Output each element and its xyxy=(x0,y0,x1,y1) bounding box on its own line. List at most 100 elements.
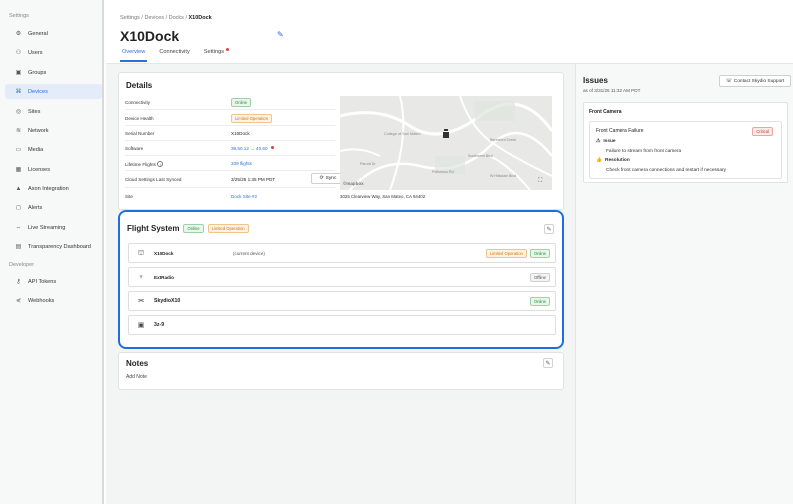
sidebar-item-api-tokens[interactable]: ⚷ API Tokens xyxy=(5,274,102,289)
map-label: Southwest Blvd xyxy=(468,154,493,158)
sidebar-item-sites[interactable]: ◎ Sites xyxy=(5,104,102,119)
sidebar-item-label: Sites xyxy=(28,108,41,115)
detail-label: Connectivity xyxy=(125,100,151,105)
breadcrumb-settings[interactable]: Settings xyxy=(120,15,140,21)
sidebar-item-alerts[interactable]: ◻ Alerts xyxy=(5,200,102,215)
detail-label: Cloud Settings Last Synced xyxy=(125,177,182,182)
devices-icon: ⌘ xyxy=(15,89,22,95)
issue-item[interactable]: Front Camera Failure Critical ⚠ Issue Fai… xyxy=(589,121,782,179)
sidebar-section-settings: Settings xyxy=(9,13,29,19)
flight-system-header: Flight System Online Limited Operation xyxy=(127,224,249,233)
tab-settings[interactable]: Settings xyxy=(202,48,229,63)
sidebar-item-label: Axon Integration xyxy=(28,185,69,192)
sidebar-item-label: General xyxy=(28,30,48,37)
contact-support-button[interactable]: ☏ Contact Skydio Support xyxy=(719,75,791,87)
sidebar-item-label: Devices xyxy=(28,88,48,95)
flight-system-title: Flight System xyxy=(127,224,180,233)
phone-icon: ☏ xyxy=(725,78,732,84)
live-stream-icon: ⇔ xyxy=(15,224,22,231)
map-label: Beresford Creek xyxy=(490,138,517,142)
sync-icon: ⟳ xyxy=(319,176,324,181)
sidebar-item-transparency-dashboard[interactable]: ▤ Transparency Dashboard xyxy=(5,239,102,254)
status-badge: Offline xyxy=(529,272,550,282)
breadcrumb-separator: / xyxy=(165,15,168,21)
issues-timestamp: as of 3/31/25 11:32 AM PDT xyxy=(583,88,641,93)
add-note-link[interactable]: Add Note xyxy=(126,374,147,380)
flight-device-row-3z9[interactable]: ▣ 3z-9 xyxy=(128,315,556,335)
sidebar-item-label: Groups xyxy=(28,69,47,76)
software-version-link[interactable]: 39.50.12 → 40.60 xyxy=(231,146,268,151)
sidebar-item-axon-integration[interactable]: ▲ Axon Integration xyxy=(5,181,102,196)
media-icon: ▭ xyxy=(15,147,22,153)
device-name: ExtRadio xyxy=(154,274,174,280)
site-link[interactable]: Dock Site #2 xyxy=(231,194,257,199)
status-badge: Online xyxy=(183,224,204,233)
alert-icon: ◻ xyxy=(16,205,21,211)
tab-overview[interactable]: Overview xyxy=(120,49,148,63)
map-label: Parrott Dr xyxy=(360,162,376,166)
sync-label: Sync xyxy=(325,176,337,181)
flight-device-row-extradio[interactable]: ♆ ExtRadio Offline xyxy=(128,267,556,287)
edit-icon[interactable]: ✎ xyxy=(277,30,286,39)
sidebar-item-webhooks[interactable]: ⋞ Webhooks xyxy=(5,293,102,308)
sidebar-section-developer: Developer xyxy=(9,262,35,268)
detail-row-lifetime-flights: Lifetime Flights i 339 flights xyxy=(125,157,335,171)
breadcrumb-docks[interactable]: Docks xyxy=(169,15,184,21)
detail-value: X10Dock xyxy=(231,131,250,136)
mapbox-logo: ©mapbox xyxy=(343,181,364,186)
sidebar-item-live-streaming[interactable]: ⇔ Live Streaming xyxy=(5,220,102,235)
tab-connectivity[interactable]: Connectivity xyxy=(157,49,191,63)
thumbs-up-icon: 👍 xyxy=(596,158,602,163)
breadcrumb-separator: / xyxy=(141,15,143,21)
warning-icon: ⚠ xyxy=(596,139,601,144)
sidebar-item-network[interactable]: ≋ Network xyxy=(5,123,102,138)
breadcrumb-separator: / xyxy=(185,15,187,21)
detail-value: 3/25/25 1:35 PM PDT xyxy=(231,177,276,182)
issue-heading-row: ⚠ Issue xyxy=(596,139,616,144)
status-badge: Online xyxy=(529,296,550,306)
map-address: 3025 Clearview Way, San Mateo, CA 94402 xyxy=(340,194,426,199)
details-title: Details xyxy=(126,81,153,90)
sidebar-item-label: Network xyxy=(28,127,49,134)
lifetime-flights-link[interactable]: 339 flights xyxy=(231,161,252,166)
flight-device-row-x10dock[interactable]: ⛫ X10Dock (current device) Limited Opera… xyxy=(128,243,556,263)
fullscreen-icon[interactable]: ⛶ xyxy=(538,178,542,185)
status-badge: Online xyxy=(529,248,550,258)
sidebar-item-label: Media xyxy=(28,146,44,153)
tab-bar: Overview Connectivity Settings xyxy=(120,48,229,63)
gear-icon: ⚙ xyxy=(15,31,22,37)
map-graphic xyxy=(340,96,552,190)
sidebar-item-media[interactable]: ▭ Media xyxy=(5,142,102,157)
sidebar-item-general[interactable]: ⚙ General xyxy=(5,26,102,41)
dock-icon: ⛫ xyxy=(137,249,145,257)
issue-section-card: Front Camera Front Camera Failure Critic… xyxy=(583,102,788,183)
severity-badge: Critical xyxy=(752,127,773,136)
edit-icon[interactable]: ✎ xyxy=(544,224,554,234)
sidebar-item-groups[interactable]: ▣ Groups xyxy=(5,65,102,80)
detail-label: Device Health xyxy=(125,116,154,121)
site-map[interactable]: College of San Mateo Beresford Creek Sou… xyxy=(340,96,552,190)
sidebar-item-devices[interactable]: ⌘ Devices xyxy=(5,84,102,99)
device-note: (current device) xyxy=(233,250,265,256)
status-badge: Limited Operation xyxy=(485,248,527,258)
flight-device-row-skydiox10[interactable]: ⫘ SkydioX10 Online xyxy=(128,291,556,311)
controller-icon: ▣ xyxy=(137,322,145,329)
licenses-icon: ▦ xyxy=(15,167,22,173)
breadcrumb-devices[interactable]: Devices xyxy=(144,15,164,21)
sidebar-item-label: Alerts xyxy=(28,204,43,211)
issue-item-title: Front Camera Failure xyxy=(596,128,644,134)
detail-label: Software xyxy=(125,146,144,151)
details-card: Details Connectivity Online Device Healt… xyxy=(118,72,564,210)
resolution-text: Check front camera connections and resta… xyxy=(606,168,726,173)
edit-icon[interactable]: ✎ xyxy=(543,358,553,368)
status-badge: Limited Operation xyxy=(231,114,273,123)
sidebar-item-label: Transparency Dashboard xyxy=(28,243,91,250)
sidebar-item-licenses[interactable]: ▦ Licenses xyxy=(5,162,102,177)
update-dot xyxy=(270,145,274,149)
breadcrumb-current: X10Dock xyxy=(188,15,212,21)
info-icon[interactable]: i xyxy=(157,160,164,167)
device-badges: Limited Operation Online xyxy=(485,248,550,258)
sidebar-item-users[interactable]: ⚇ Users xyxy=(5,45,102,60)
device-name: SkydioX10 xyxy=(154,298,181,304)
status-badge: Online xyxy=(231,98,252,107)
